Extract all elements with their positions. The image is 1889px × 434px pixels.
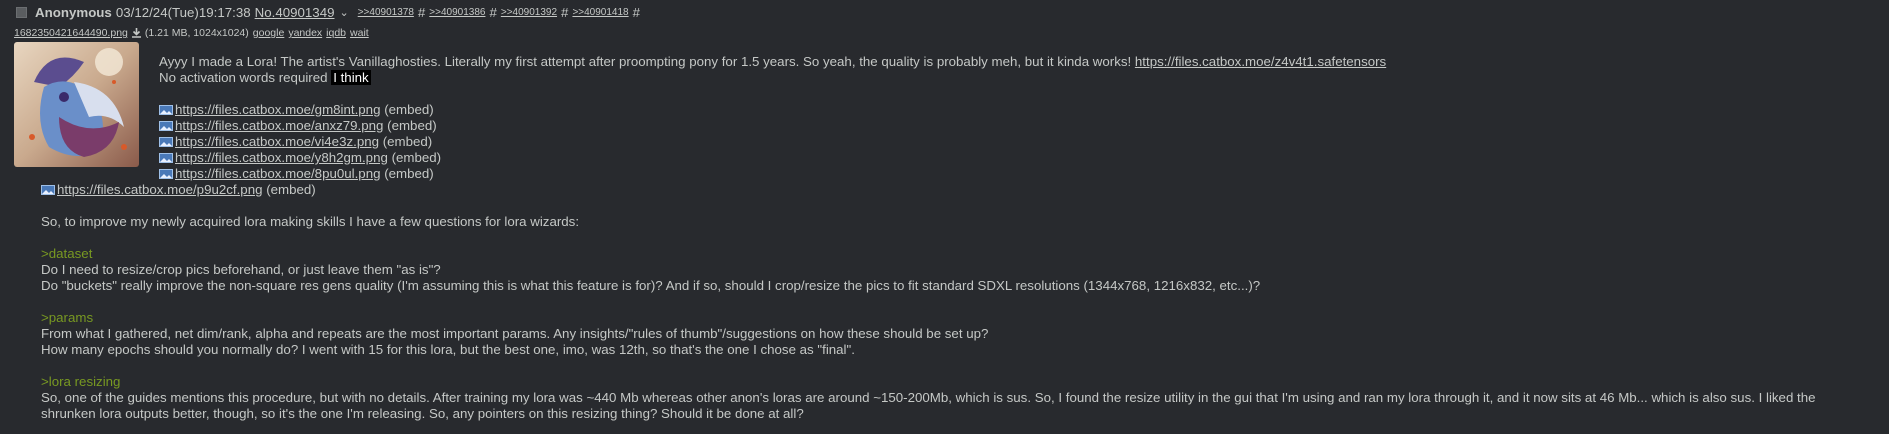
safetensors-link[interactable]: https://files.catbox.moe/z4v4t1.safetens… [1135,54,1386,69]
backlink[interactable]: >>40901378 [358,7,414,18]
backlink[interactable]: >>40901392 [501,7,557,18]
embed-link[interactable]: https://files.catbox.moe/y8h2gm.png [175,150,388,166]
params-question-1: From what I gathered, net dim/rank, alph… [41,326,989,341]
image-file-icon [159,137,173,147]
embed-item: https://files.catbox.moe/anxz79.png (emb… [41,118,1871,134]
post-menu-chevron-icon[interactable]: ⌄ [339,6,348,19]
backlink-hash[interactable]: # [633,5,640,20]
message-line: No activation words required I think [41,70,1871,86]
post-message: Ayyy I made a Lora! The artist's Vanilla… [41,54,1871,422]
embed-button[interactable]: (embed) [384,102,434,118]
post-container: Anonymous 03/12/24(Tue)19:17:38 No.40901… [0,0,1889,434]
activation-text: No activation words required [159,70,332,85]
questions-intro: So, to improve my newly acquired lora ma… [41,214,580,229]
search-link-yandex[interactable]: yandex [288,27,322,39]
backlink-hash[interactable]: # [418,5,425,20]
greentext-lora-resizing: >lora resizing [41,374,121,389]
search-link-google[interactable]: google [253,27,285,39]
image-file-icon [41,185,55,195]
embed-link[interactable]: https://files.catbox.moe/vi4e3z.png [175,134,379,150]
embed-button[interactable]: (embed) [387,118,437,134]
embed-item: https://files.catbox.moe/p9u2cf.png (emb… [41,182,1871,198]
embed-item: https://files.catbox.moe/y8h2gm.png (emb… [41,150,1871,166]
post-number-link[interactable]: No.40901349 [255,5,335,20]
image-file-icon [159,169,173,179]
embed-item: https://files.catbox.moe/vi4e3z.png (emb… [41,134,1871,150]
embed-item: https://files.catbox.moe/gm8int.png (emb… [41,102,1871,118]
embed-link[interactable]: https://files.catbox.moe/gm8int.png [175,102,380,118]
backlink-hash[interactable]: # [489,5,496,20]
download-icon[interactable] [131,27,142,39]
image-file-icon [159,153,173,163]
file-meta: (1.21 MB, 1024x1024) [144,27,249,39]
resize-paragraph: So, one of the guides mentions this proc… [41,390,1816,421]
post-header: Anonymous 03/12/24(Tue)19:17:38 No.40901… [12,3,640,21]
search-link-wait[interactable]: wait [350,27,369,39]
backlink[interactable]: >>40901418 [572,7,628,18]
image-file-icon [159,105,173,115]
post-datetime: 03/12/24(Tue)19:17:38 [115,4,251,20]
post-checkbox[interactable] [16,6,27,18]
intro-text: Ayyy I made a Lora! The artist's Vanilla… [159,54,1135,69]
image-file-icon [159,121,173,131]
dataset-question-1: Do I need to resize/crop pics beforehand… [41,262,441,277]
poster-name: Anonymous [35,4,112,20]
params-question-2: How many epochs should you normally do? … [41,342,855,357]
greentext-params: >params [41,310,94,325]
dataset-question-2: Do "buckets" really improve the non-squa… [41,278,1261,293]
backlink-hash[interactable]: # [561,5,568,20]
embed-link[interactable]: https://files.catbox.moe/8pu0ul.png [175,166,381,182]
embed-button[interactable]: (embed) [392,150,442,166]
spoiler-text[interactable]: I think [331,70,371,85]
file-info: 1682350421644490.png (1.21 MB, 1024x1024… [14,27,373,39]
embed-item: https://files.catbox.moe/8pu0ul.png (emb… [41,166,1871,182]
embed-button[interactable]: (embed) [383,134,433,150]
embed-link[interactable]: https://files.catbox.moe/anxz79.png [175,118,383,134]
embed-button[interactable]: (embed) [384,166,434,182]
greentext-dataset: >dataset [41,246,93,261]
message-line: Ayyy I made a Lora! The artist's Vanilla… [41,54,1871,70]
embed-link[interactable]: https://files.catbox.moe/p9u2cf.png [57,182,263,198]
search-link-iqdb[interactable]: iqdb [326,27,346,39]
backlink[interactable]: >>40901386 [429,7,485,18]
embed-button[interactable]: (embed) [266,182,316,198]
file-name-link[interactable]: 1682350421644490.png [14,27,128,39]
